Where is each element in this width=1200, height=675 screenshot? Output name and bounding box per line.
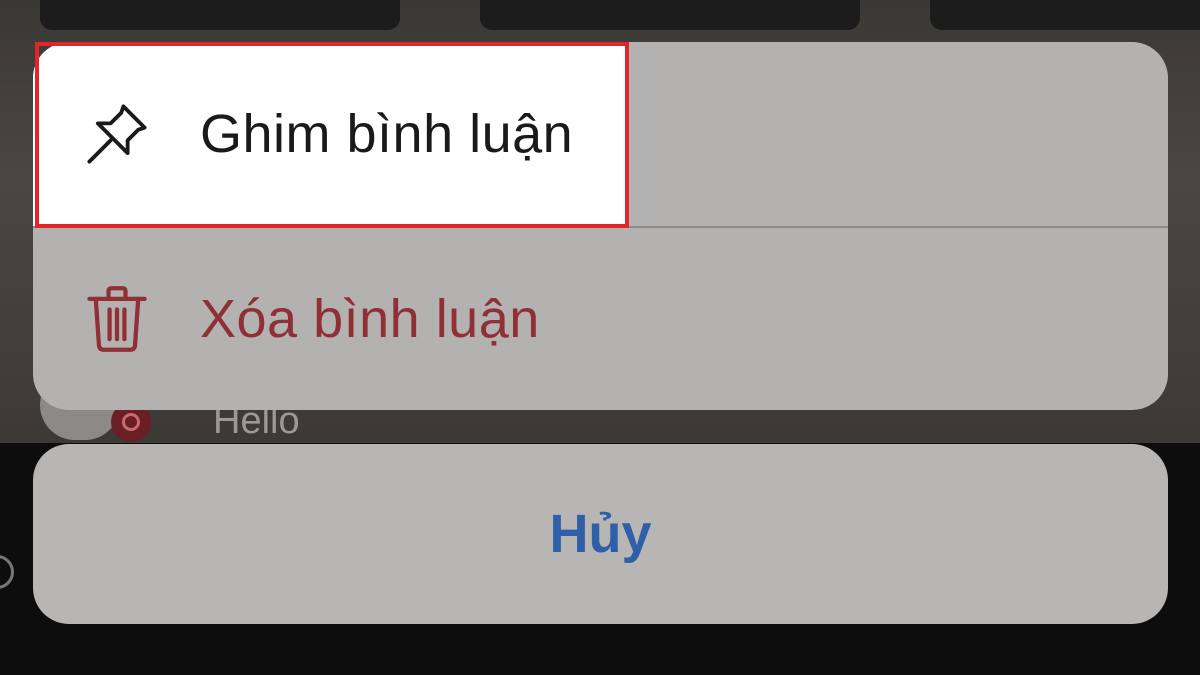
background-key — [930, 0, 1200, 30]
cancel-label: Hủy — [549, 504, 652, 564]
delete-comment-label: Xóa bình luận — [200, 289, 540, 349]
cancel-button[interactable]: Hủy — [33, 444, 1168, 624]
user-badge-icon-inner — [122, 413, 140, 431]
background-key — [480, 0, 860, 30]
delete-comment-button[interactable]: Xóa bình luận — [33, 228, 1168, 410]
action-sheet: Ghim bình luận Xóa bình luận — [33, 42, 1168, 410]
pin-comment-label: Ghim bình luận — [200, 104, 574, 164]
pin-comment-button[interactable]: Ghim bình luận — [33, 42, 1168, 226]
screen: Hello Ghim bình luận Xóa bình luận Hủy — [0, 0, 1200, 675]
background-key — [40, 0, 400, 30]
pin-icon — [81, 98, 153, 170]
trash-icon — [81, 283, 153, 355]
